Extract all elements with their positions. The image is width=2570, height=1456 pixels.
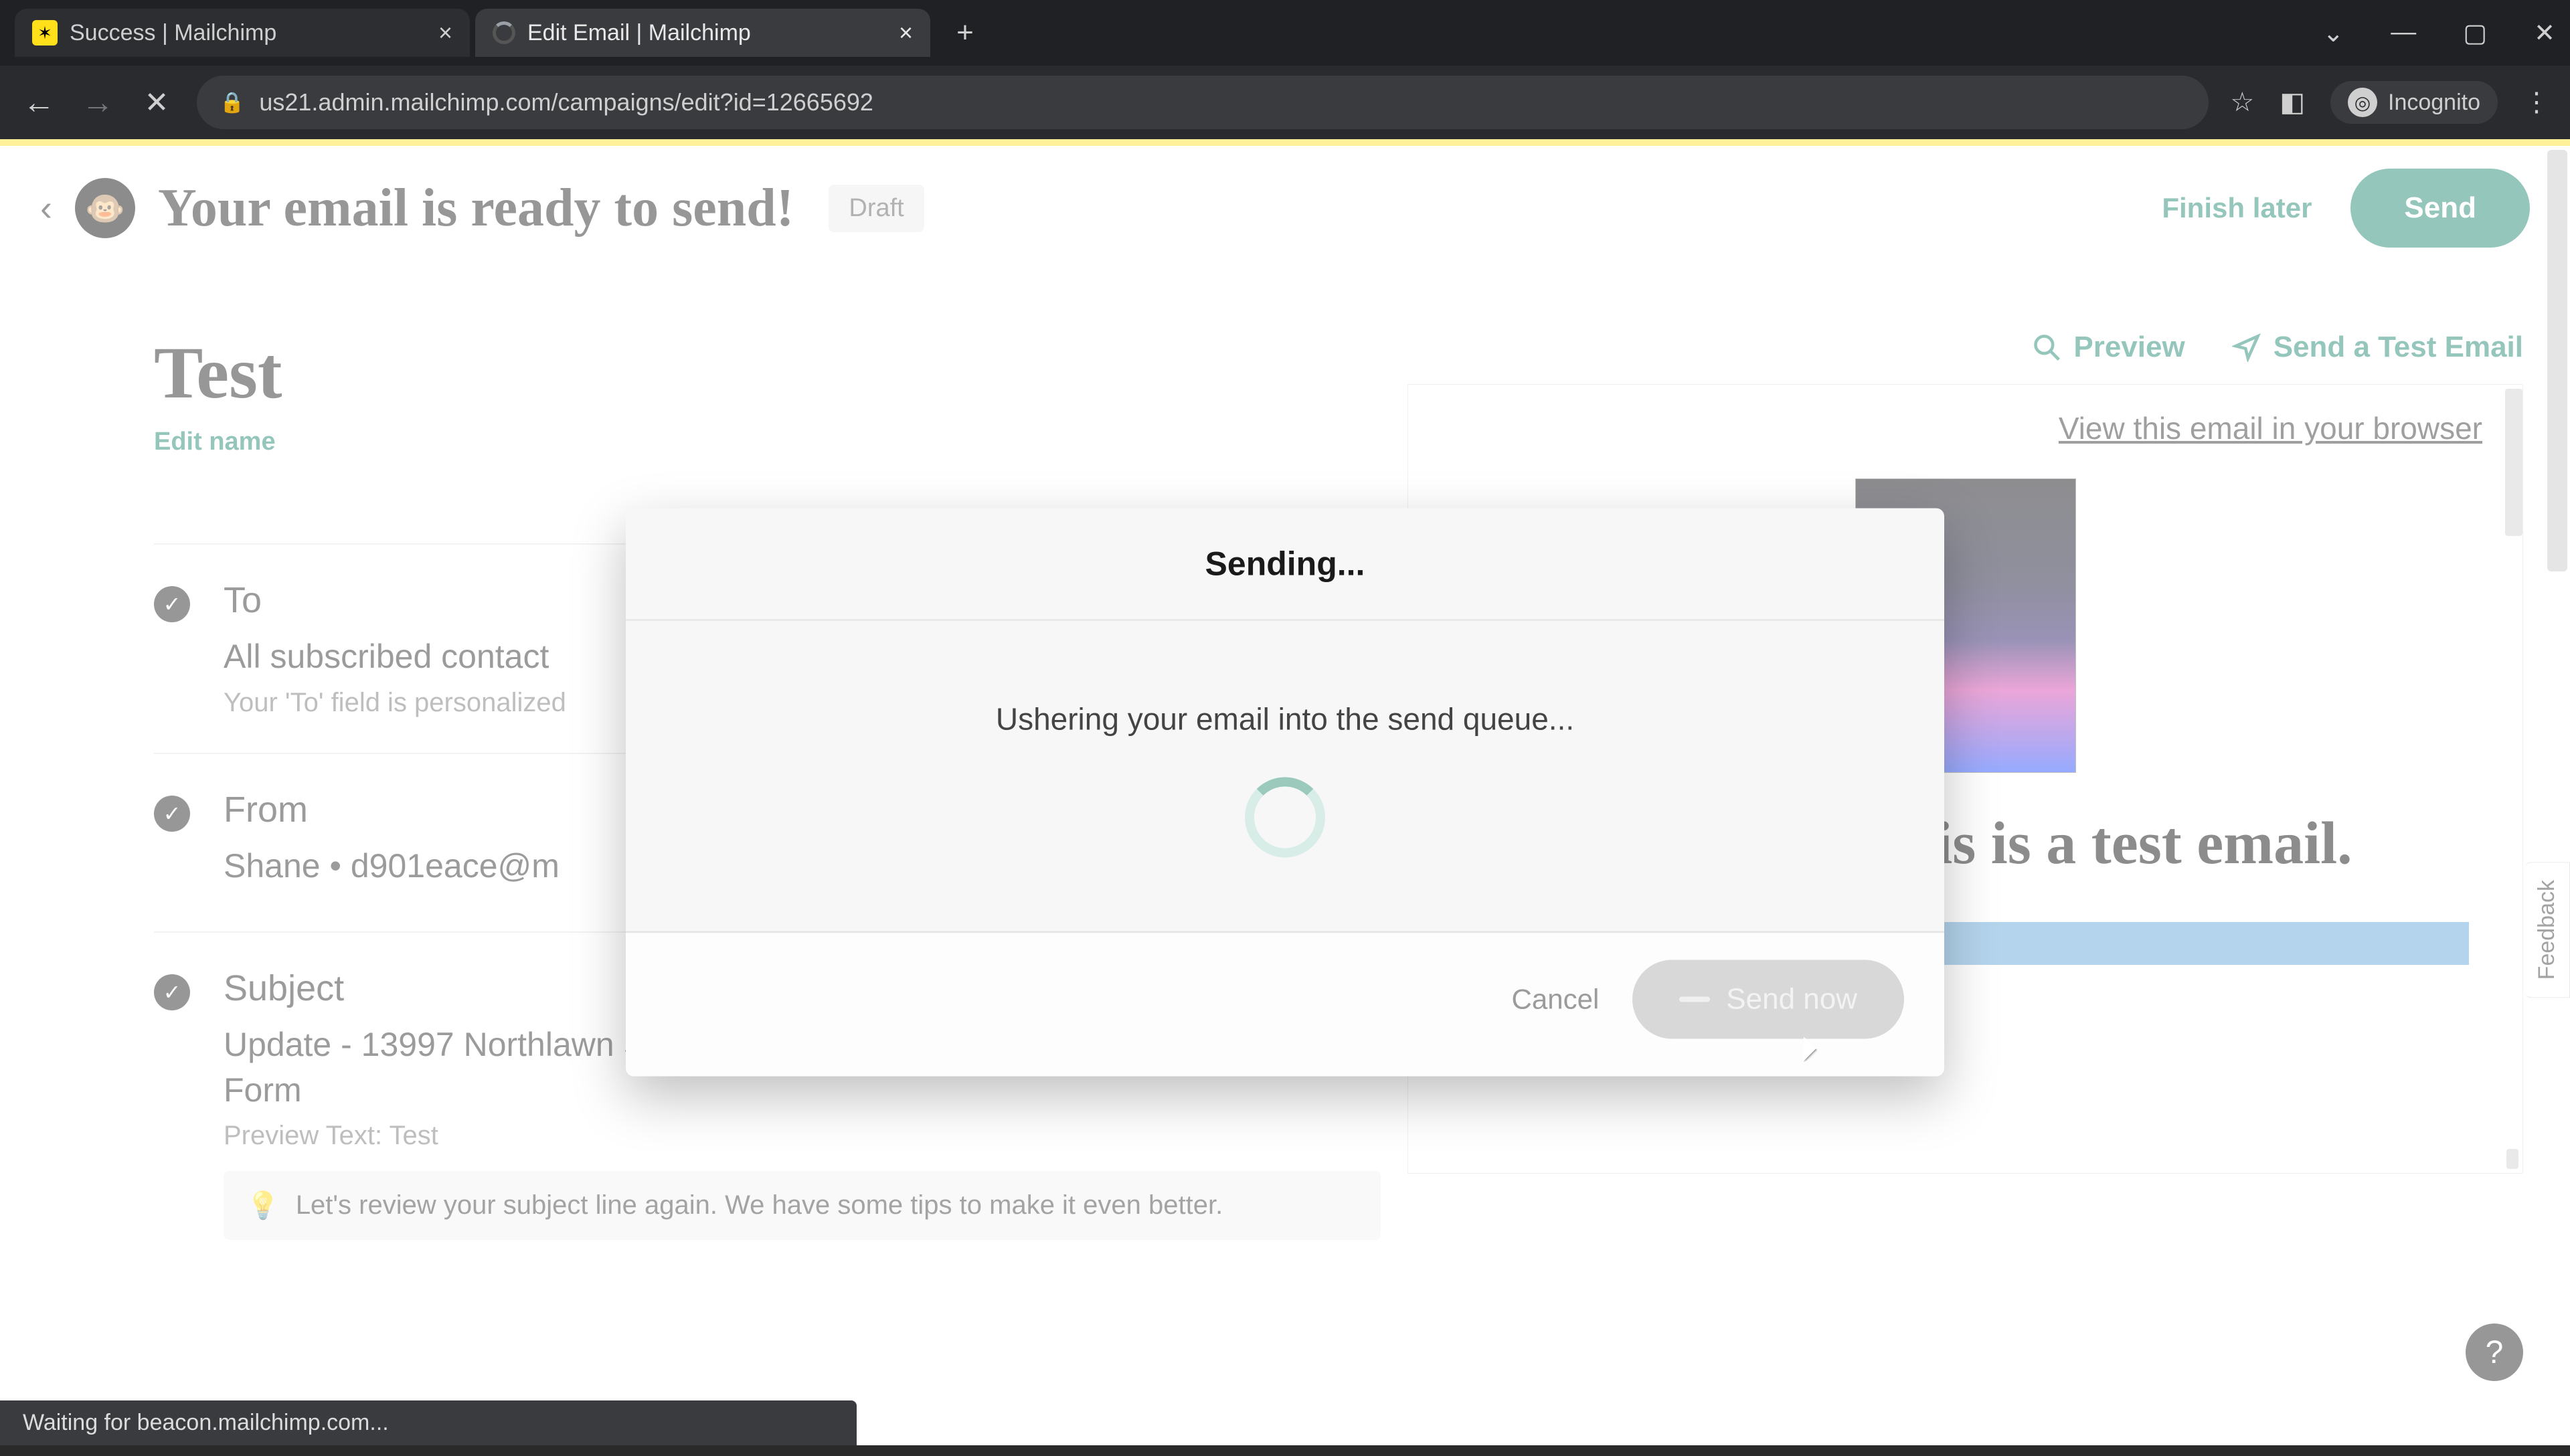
tab-strip: ✶ Success | Mailchimp × Edit Email | Mai… (0, 0, 2570, 66)
window-maximize-icon[interactable]: ▢ (2463, 18, 2487, 48)
window-minimize-icon[interactable]: ― (2391, 18, 2416, 48)
mailchimp-favicon-icon: ✶ (32, 20, 58, 46)
incognito-label: Incognito (2388, 90, 2480, 116)
tab-edit-email[interactable]: Edit Email | Mailchimp × (475, 9, 930, 57)
loading-dash-icon (1679, 997, 1710, 1002)
browser-status-bar: Waiting for beacon.mailchimp.com... (0, 1400, 857, 1445)
lock-icon: 🔒 (220, 91, 244, 114)
address-bar: ← → ✕ 🔒 us21.admin.mailchimp.com/campaig… (0, 66, 2570, 139)
progress-spinner-icon (1245, 778, 1325, 858)
new-tab-button[interactable]: + (945, 13, 985, 53)
loading-spinner-icon (493, 21, 515, 44)
modal-cancel-button[interactable]: Cancel (1512, 984, 1600, 1016)
page-viewport: ‹ 🐵 Your email is ready to send! Draft F… (0, 139, 2570, 1445)
tab-close-icon[interactable]: × (899, 19, 913, 47)
kebab-menu-icon[interactable]: ⋮ (2523, 87, 2550, 118)
window-controls: ⌄ ― ▢ ✕ (2322, 18, 2555, 48)
nav-stop-icon[interactable]: ✕ (138, 86, 175, 120)
modal-message: Ushering your email into the send queue.… (626, 621, 1944, 778)
tab-close-icon[interactable]: × (438, 19, 452, 47)
omnibox[interactable]: 🔒 us21.admin.mailchimp.com/campaigns/edi… (197, 76, 2209, 129)
incognito-indicator[interactable]: ◎ Incognito (2330, 81, 2498, 124)
send-now-label: Send now (1726, 983, 1857, 1016)
modal-title: Sending... (626, 509, 1944, 620)
url-text: us21.admin.mailchimp.com/campaigns/edit?… (259, 88, 873, 116)
side-panel-icon[interactable]: ◧ (2280, 87, 2305, 118)
tab-title: Edit Email | Mailchimp (527, 20, 751, 46)
nav-forward-icon[interactable]: → (79, 84, 116, 121)
sending-modal: Sending... Ushering your email into the … (626, 509, 1944, 1077)
modal-send-now-button[interactable]: Send now (1632, 960, 1904, 1039)
incognito-icon: ◎ (2348, 88, 2377, 117)
window-close-icon[interactable]: ✕ (2534, 18, 2555, 48)
tabs-dropdown-icon[interactable]: ⌄ (2322, 18, 2344, 48)
tab-title: Success | Mailchimp (70, 20, 276, 46)
nav-back-icon[interactable]: ← (20, 84, 58, 121)
bookmark-star-icon[interactable]: ☆ (2230, 87, 2254, 118)
tab-success[interactable]: ✶ Success | Mailchimp × (15, 9, 470, 57)
